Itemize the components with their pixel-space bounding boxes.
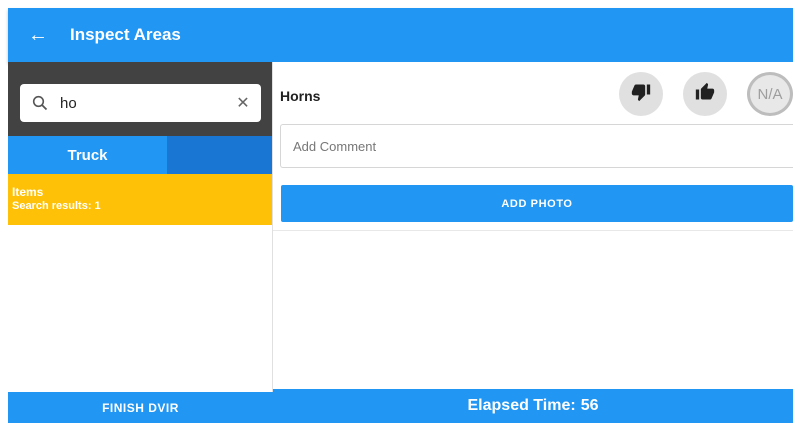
ok-button[interactable] bbox=[683, 72, 727, 116]
thumbs-down-icon bbox=[631, 82, 651, 107]
tab-truck[interactable]: Truck bbox=[8, 136, 167, 174]
search-band: ho ✕ bbox=[8, 62, 272, 136]
add-photo-button[interactable]: ADD PHOTO bbox=[281, 185, 793, 222]
na-button[interactable]: N/A bbox=[747, 72, 793, 116]
item-name: Horns bbox=[280, 88, 321, 104]
tab-secondary[interactable] bbox=[167, 136, 272, 174]
search-input[interactable]: ho bbox=[60, 95, 225, 112]
comment-field[interactable]: Add Comment bbox=[280, 124, 793, 168]
back-button[interactable]: ← bbox=[8, 8, 68, 62]
inspection-item-row: Horns N/A bbox=[273, 62, 793, 124]
left-panel: ho ✕ Truck Items Search results: 1 FINIS… bbox=[8, 62, 273, 423]
search-box[interactable]: ho ✕ bbox=[20, 84, 261, 122]
results-count: Search results: 1 bbox=[12, 200, 101, 212]
arrow-left-icon: ← bbox=[28, 23, 48, 46]
elapsed-time-label: Elapsed Time: bbox=[467, 397, 576, 414]
app-bar: ← Inspect Areas bbox=[8, 8, 793, 62]
results-header: Items Search results: 1 bbox=[8, 174, 272, 225]
elapsed-time-value: 56 bbox=[580, 397, 599, 414]
right-panel: Horns N/A Add Comment ADD PHOTO Elapsed … bbox=[273, 62, 793, 423]
close-icon[interactable]: ✕ bbox=[225, 93, 261, 113]
divider bbox=[273, 230, 793, 231]
results-heading: Items bbox=[12, 185, 44, 199]
defect-button[interactable] bbox=[619, 72, 663, 116]
page-title: Inspect Areas bbox=[70, 25, 181, 44]
thumbs-up-icon bbox=[695, 82, 715, 107]
search-icon bbox=[20, 95, 60, 111]
elapsed-time-bar: Elapsed Time: 56 bbox=[273, 389, 793, 423]
finish-dvir-button[interactable]: FINISH DVIR bbox=[8, 392, 273, 423]
tab-bar: Truck bbox=[8, 136, 272, 174]
